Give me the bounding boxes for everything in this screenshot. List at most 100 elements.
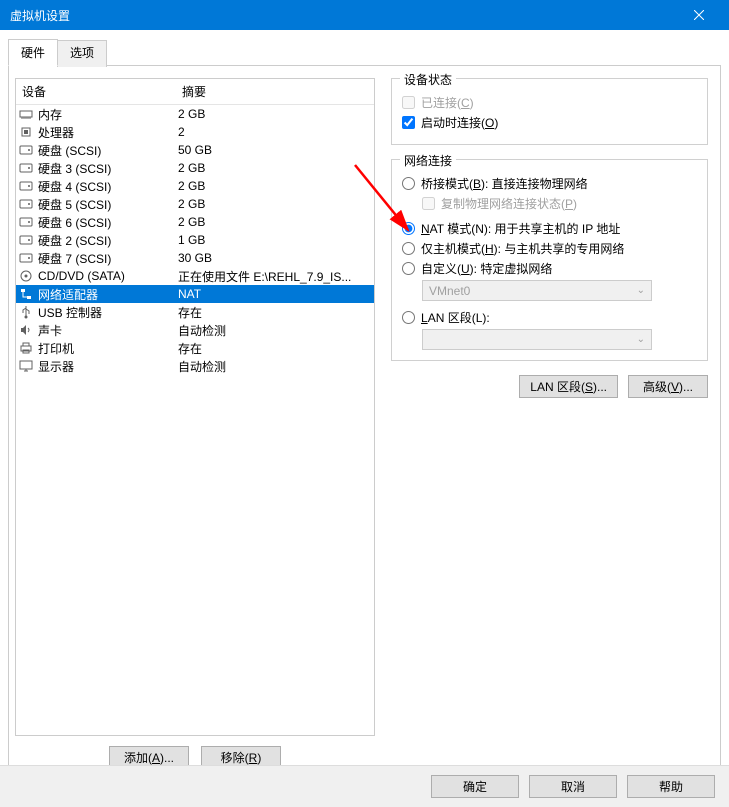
row-custom[interactable]: 自定义(U): 特定虚拟网络 bbox=[402, 260, 697, 277]
tab-options[interactable]: 选项 bbox=[57, 40, 107, 67]
group-title-network: 网络连接 bbox=[400, 152, 456, 169]
row-nat[interactable]: NAT 模式(N): 用于共享主机的 IP 地址 bbox=[402, 220, 697, 237]
radio-hostonly[interactable] bbox=[402, 242, 415, 255]
dialog-content: 硬件 选项 设备 摘要 内存 2 GB 处理器2硬盘 (SCSI)50 GB硬盘 3… bbox=[0, 30, 729, 784]
select-lanseg: ⌄ bbox=[422, 329, 652, 350]
device-row[interactable]: 硬盘 4 (SCSI) 2 GB bbox=[16, 177, 374, 195]
radio-nat[interactable] bbox=[402, 222, 415, 235]
device-summary: 正在使用文件 E:\REHL_7.9_IS... bbox=[178, 268, 372, 285]
device-summary: 2 bbox=[178, 125, 372, 139]
device-summary: 存在 bbox=[178, 340, 372, 357]
cpu-icon bbox=[18, 124, 34, 140]
group-network: 网络连接 桥接模式(B): 直接连接物理网络 复制物理网络连接状态(P) NAT… bbox=[391, 159, 708, 361]
close-icon bbox=[694, 10, 704, 20]
select-custom-vmnet: VMnet0 ⌄ bbox=[422, 280, 652, 301]
row-connect-on-poweron[interactable]: 启动时连接(O) bbox=[402, 114, 697, 131]
label-nat: NAT 模式(N): 用于共享主机的 IP 地址 bbox=[421, 220, 620, 237]
checkbox-connect-poweron[interactable] bbox=[402, 116, 415, 129]
device-name: USB 控制器 bbox=[38, 304, 102, 321]
disk-icon bbox=[18, 160, 34, 176]
device-name: 声卡 bbox=[38, 322, 62, 339]
radio-custom[interactable] bbox=[402, 262, 415, 275]
device-list: 设备 摘要 内存 2 GB 处理器2硬盘 (SCSI)50 GB硬盘 3 (SCSI… bbox=[15, 78, 375, 736]
row-hostonly[interactable]: 仅主机模式(H): 与主机共享的专用网络 bbox=[402, 240, 697, 257]
device-row[interactable]: 硬盘 3 (SCSI) 2 GB bbox=[16, 159, 374, 177]
header-summary: 摘要 bbox=[176, 79, 374, 104]
device-row[interactable]: 网络适配器 NAT bbox=[16, 285, 374, 303]
disk-icon bbox=[18, 232, 34, 248]
device-row[interactable]: 硬盘 5 (SCSI) 2 GB bbox=[16, 195, 374, 213]
device-row[interactable]: 内存 2 GB bbox=[16, 105, 374, 123]
device-name: 硬盘 6 (SCSI) bbox=[38, 214, 111, 231]
device-summary: 2 GB bbox=[178, 161, 372, 175]
label-connect-poweron: 启动时连接(O) bbox=[421, 114, 498, 131]
device-list-header: 设备 摘要 bbox=[16, 79, 374, 105]
device-name: 内存 bbox=[38, 106, 62, 123]
row-replicate: 复制物理网络连接状态(P) bbox=[422, 195, 697, 212]
disk-icon bbox=[18, 250, 34, 266]
device-row[interactable]: 显示器自动检测 bbox=[16, 357, 374, 375]
device-row[interactable]: CD/DVD (SATA)正在使用文件 E:\REHL_7.9_IS... bbox=[16, 267, 374, 285]
row-connected: 已连接(C) bbox=[402, 94, 697, 111]
usb-icon bbox=[18, 304, 34, 320]
cancel-button[interactable]: 取消 bbox=[529, 775, 617, 798]
device-name: 硬盘 3 (SCSI) bbox=[38, 160, 111, 177]
left-panel: 设备 摘要 内存 2 GB 处理器2硬盘 (SCSI)50 GB硬盘 3 (SCSI… bbox=[15, 78, 375, 769]
device-row[interactable]: 打印机 存在 bbox=[16, 339, 374, 357]
device-name: 打印机 bbox=[38, 340, 74, 357]
tab-hardware[interactable]: 硬件 bbox=[8, 39, 58, 66]
close-button[interactable] bbox=[679, 0, 719, 30]
device-name: 网络适配器 bbox=[38, 286, 98, 303]
group-device-status: 设备状态 已连接(C) 启动时连接(O) bbox=[391, 78, 708, 145]
row-lanseg[interactable]: LAN 区段(L): bbox=[402, 309, 697, 326]
device-row[interactable]: 硬盘 7 (SCSI) 30 GB bbox=[16, 249, 374, 267]
select-custom-value: VMnet0 bbox=[429, 284, 470, 298]
label-replicate: 复制物理网络连接状态(P) bbox=[441, 195, 577, 212]
display-icon bbox=[18, 358, 34, 374]
dialog-title: 虚拟机设置 bbox=[10, 7, 70, 24]
sound-icon bbox=[18, 322, 34, 338]
footer: 确定 取消 帮助 bbox=[0, 765, 729, 807]
label-hostonly: 仅主机模式(H): 与主机共享的专用网络 bbox=[421, 240, 624, 257]
device-row[interactable]: 硬盘 (SCSI)50 GB bbox=[16, 141, 374, 159]
radio-bridged[interactable] bbox=[402, 177, 415, 190]
ok-button[interactable]: 确定 bbox=[431, 775, 519, 798]
device-summary: 存在 bbox=[178, 304, 372, 321]
device-row[interactable]: 硬盘 2 (SCSI)1 GB bbox=[16, 231, 374, 249]
chevron-down-icon: ⌄ bbox=[637, 334, 645, 345]
help-button[interactable]: 帮助 bbox=[627, 775, 715, 798]
printer-icon bbox=[18, 340, 34, 356]
device-summary: 1 GB bbox=[178, 233, 372, 247]
memory-icon bbox=[18, 106, 34, 122]
label-bridged: 桥接模式(B): 直接连接物理网络 bbox=[421, 175, 588, 192]
checkbox-connected bbox=[402, 96, 415, 109]
group-title-status: 设备状态 bbox=[400, 71, 456, 88]
net-icon bbox=[18, 286, 34, 302]
row-bridged[interactable]: 桥接模式(B): 直接连接物理网络 bbox=[402, 175, 697, 192]
lan-segments-button[interactable]: LAN 区段(S)... bbox=[519, 375, 618, 398]
label-custom: 自定义(U): 特定虚拟网络 bbox=[421, 260, 552, 277]
device-name: 硬盘 5 (SCSI) bbox=[38, 196, 111, 213]
device-summary: NAT bbox=[178, 287, 372, 301]
device-row[interactable]: USB 控制器 存在 bbox=[16, 303, 374, 321]
right-panel: 设备状态 已连接(C) 启动时连接(O) 网络连接 桥接模式(B): 直接连接物… bbox=[385, 78, 714, 769]
device-row[interactable]: 声卡自动检测 bbox=[16, 321, 374, 339]
advanced-button[interactable]: 高级(V)... bbox=[628, 375, 708, 398]
radio-lanseg[interactable] bbox=[402, 311, 415, 324]
tab-bar: 硬件 选项 bbox=[8, 38, 721, 66]
device-name: 硬盘 7 (SCSI) bbox=[38, 250, 111, 267]
body: 设备 摘要 内存 2 GB 处理器2硬盘 (SCSI)50 GB硬盘 3 (SCSI… bbox=[8, 66, 721, 776]
device-summary: 2 GB bbox=[178, 107, 372, 121]
device-row[interactable]: 处理器2 bbox=[16, 123, 374, 141]
device-row[interactable]: 硬盘 6 (SCSI) 2 GB bbox=[16, 213, 374, 231]
device-summary: 30 GB bbox=[178, 251, 372, 265]
device-summary: 2 GB bbox=[178, 179, 372, 193]
device-name: 硬盘 4 (SCSI) bbox=[38, 178, 111, 195]
label-connected: 已连接(C) bbox=[421, 94, 474, 111]
device-summary: 2 GB bbox=[178, 215, 372, 229]
disk-icon bbox=[18, 214, 34, 230]
titlebar: 虚拟机设置 bbox=[0, 0, 729, 30]
disk-icon bbox=[18, 196, 34, 212]
right-buttons: LAN 区段(S)... 高级(V)... bbox=[391, 375, 708, 398]
device-summary: 2 GB bbox=[178, 197, 372, 211]
